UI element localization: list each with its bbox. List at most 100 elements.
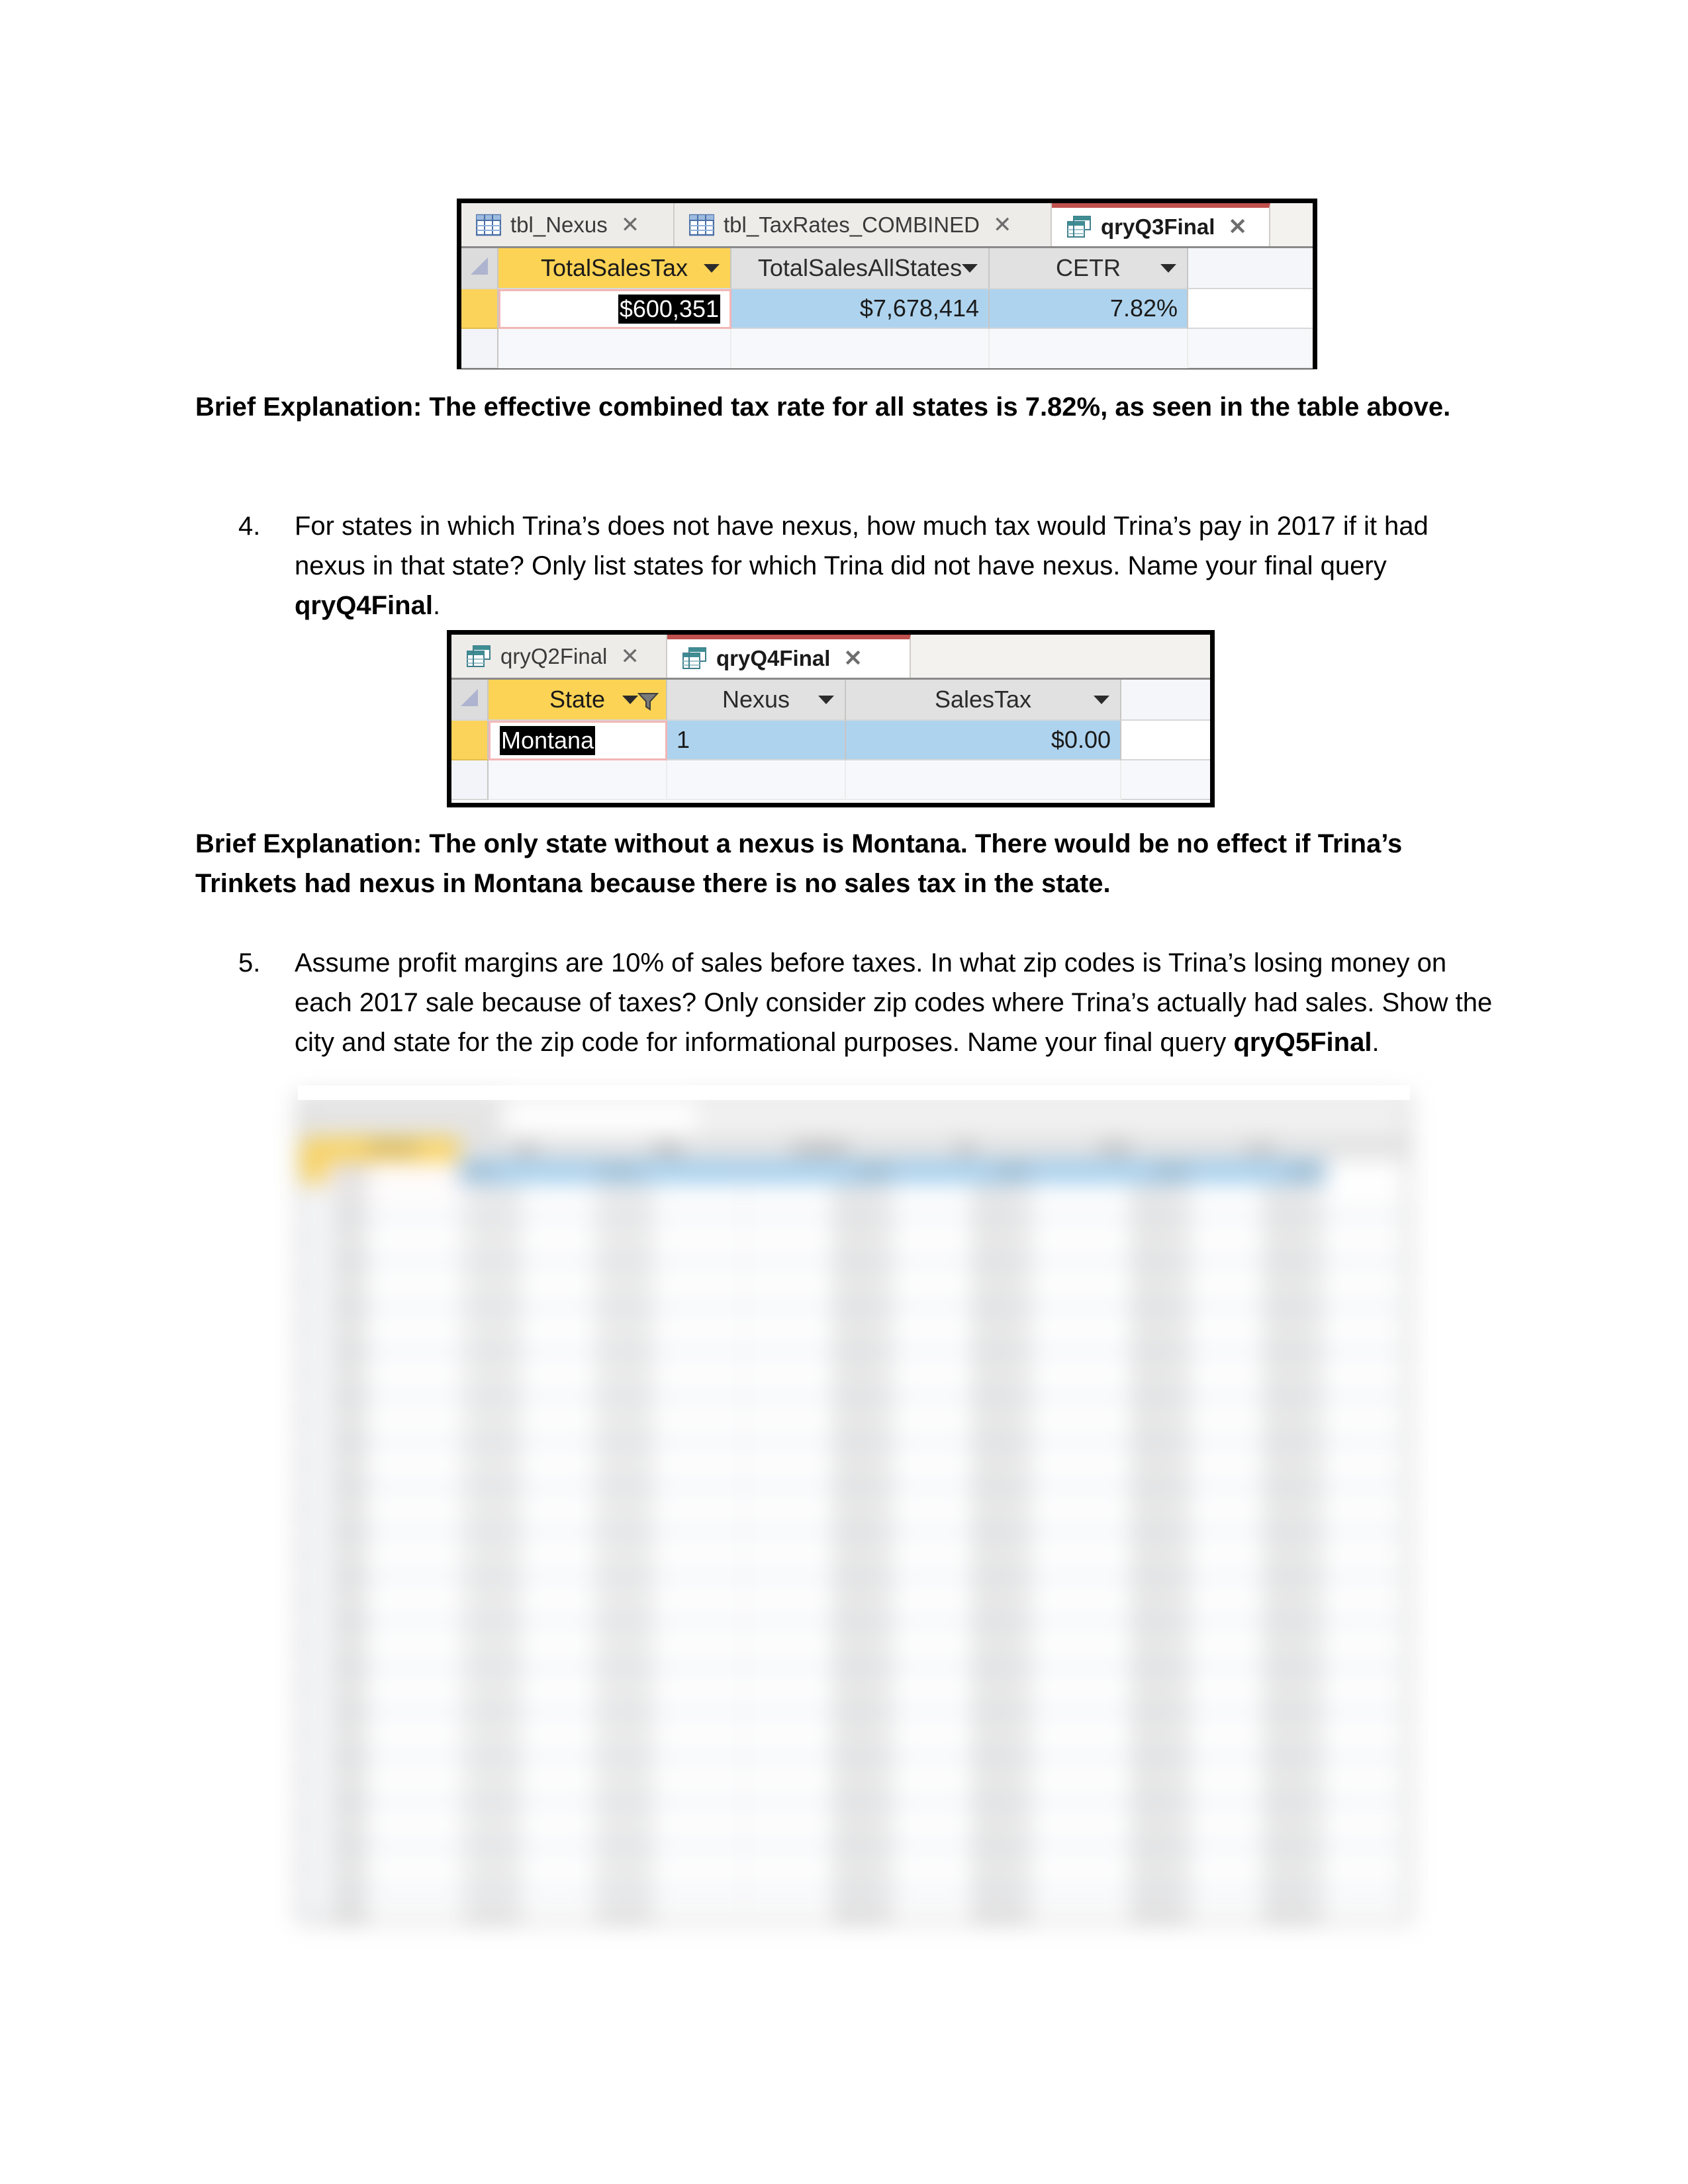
blurred-cell[interactable]: 00000 [327, 1746, 459, 1768]
blurred-cell[interactable]: $0,000.00 [1035, 1543, 1194, 1566]
blurred-table-row[interactable]: 00000 xxxxxxxxx xxxxxxxxx $0,000.00 $0,000.0… [301, 1701, 1407, 1723]
blurred-cell[interactable]: $0,000.00 [744, 1543, 896, 1566]
blurred-cell[interactable]: xxxxxxxxx [592, 1678, 744, 1701]
tab-qryq2final[interactable]: qryQ2Final ✕ [451, 635, 667, 678]
blurred-row-selector[interactable] [301, 1746, 327, 1768]
blurred-cell[interactable]: xxxxxxxxx [592, 1723, 744, 1746]
blurred-cell[interactable]: $0,000.00 [1194, 1453, 1327, 1476]
blurred-cell[interactable]: 00000 [327, 1296, 459, 1318]
blurred-cell[interactable]: 00000 [327, 1881, 459, 1903]
blurred-cell[interactable]: $0,000.00 [744, 1521, 896, 1543]
blurred-cell[interactable]: 00000 [327, 1363, 459, 1386]
blurred-col-header[interactable]: Loss [1194, 1138, 1327, 1161]
blurred-cell[interactable]: xxxxxxxxx [459, 1543, 592, 1566]
blurred-row-selector[interactable] [301, 1206, 327, 1228]
cell-totalsalestax[interactable]: $600,351 [498, 289, 731, 329]
blurred-select-corner[interactable] [301, 1138, 327, 1161]
blurred-cell[interactable]: 00000 [327, 1521, 459, 1543]
blurred-table-row[interactable]: 00000 xxxxxxxxx xxxxxxxxx $0,000.00 $0,000.0… [301, 1768, 1407, 1791]
blurred-row-selector[interactable] [301, 1318, 327, 1341]
blurred-cell[interactable]: $0,000.00 [744, 1431, 896, 1453]
blurred-cell[interactable]: $0,000.00 [1035, 1723, 1194, 1746]
blurred-row-selector[interactable] [301, 1813, 327, 1836]
blurred-cell[interactable]: xxxxxxxxx [592, 1543, 744, 1566]
blurred-cell[interactable]: $0,000.00 [896, 1183, 1035, 1206]
blurred-cell[interactable]: $0,000.00 [896, 1453, 1035, 1476]
blurred-cell[interactable]: xxxxxxxxx [459, 1408, 592, 1431]
blurred-cell[interactable]: $0,000.00 [896, 1228, 1035, 1251]
blurred-table-row[interactable]: 00000 xxxxxxxxx xxxxxxxxx $0,000.00 $0,000.0… [301, 1791, 1407, 1813]
blurred-cell[interactable]: $0,000.00 [896, 1881, 1035, 1903]
blurred-tab[interactable] [301, 1099, 501, 1137]
blurred-cell[interactable]: $0,000.00 [744, 1386, 896, 1408]
blurred-cell[interactable]: $0,000.00 [744, 1723, 896, 1746]
blurred-table-row[interactable]: 00000 xxxxxxxxx xxxxxxxxx $0,000.00 $0,000.0… [301, 1431, 1407, 1453]
blurred-cell[interactable]: 00000 [327, 1161, 459, 1183]
blurred-cell[interactable]: $0,000.00 [1194, 1791, 1327, 1813]
blurred-cell[interactable]: 00000 [327, 1813, 459, 1836]
tab-tbl-taxrates-combined[interactable]: tbl_TaxRates_COMBINED ✕ [675, 203, 1052, 246]
blurred-cell[interactable]: 00000 [327, 1611, 459, 1633]
blurred-cell[interactable]: $0,000.00 [1035, 1633, 1194, 1656]
blurred-cell[interactable]: xxxxxxxxx [459, 1746, 592, 1768]
blurred-row-selector[interactable] [301, 1363, 327, 1386]
blurred-cell[interactable]: xxxxxxxxx [592, 1881, 744, 1903]
blurred-table-row[interactable]: 00000 xxxxxxxxx xxxxxxxxx $0,000.00 $0,000.0… [301, 1318, 1407, 1341]
blurred-cell[interactable]: $0,000.00 [744, 1318, 896, 1341]
table-row[interactable]: Montana 1 $0.00 [451, 721, 1210, 760]
blurred-cell[interactable]: $0,000.00 [1035, 1296, 1194, 1318]
blurred-table-row[interactable]: 00000 xxxxxxxxx xxxxxxxxx $0,000.00 $0,000.0… [301, 1521, 1407, 1543]
blurred-row-selector[interactable] [301, 1723, 327, 1746]
blurred-cell[interactable]: 00000 [327, 1386, 459, 1408]
blurred-cell[interactable]: $0,000.00 [896, 1791, 1035, 1813]
blurred-cell[interactable]: $0,000.00 [896, 1431, 1035, 1453]
blurred-cell[interactable]: $0,000.00 [744, 1408, 896, 1431]
blurred-cell[interactable]: $0,000.00 [896, 1723, 1035, 1746]
column-header-cetr[interactable]: CETR [990, 248, 1188, 289]
blurred-cell[interactable]: xxxxxxxxx [592, 1656, 744, 1678]
blurred-cell[interactable]: $0,000.00 [1194, 1701, 1327, 1723]
blurred-cell[interactable]: $0,000.00 [744, 1633, 896, 1656]
blurred-table-row[interactable]: 00000 xxxxxxxxx xxxxxxxxx $0,000.00 $0,000.0… [301, 1296, 1407, 1318]
blurred-cell[interactable]: xxxxxxxxx [592, 1296, 744, 1318]
blurred-cell[interactable]: 00000 [327, 1768, 459, 1791]
blurred-col-header[interactable]: City [459, 1138, 592, 1161]
blurred-cell[interactable]: xxxxxxxxx [459, 1633, 592, 1656]
blurred-cell[interactable]: $0,000.00 [1035, 1498, 1194, 1521]
blurred-row-selector[interactable] [301, 1161, 327, 1183]
blurred-cell[interactable]: $0,000.00 [744, 1746, 896, 1768]
blurred-cell[interactable]: $0,000.00 [1194, 1813, 1327, 1836]
blurred-cell[interactable]: $0,000.00 [1194, 1633, 1327, 1656]
blurred-cell[interactable]: xxxxxxxxx [459, 1228, 592, 1251]
blurred-cell[interactable]: $0,000.00 [1035, 1791, 1194, 1813]
blurred-cell[interactable]: $0,000.00 [744, 1858, 896, 1881]
blurred-table-row[interactable]: 00000 xxxxxxxxx xxxxxxxxx $0,000.00 $0,000.0… [301, 1498, 1407, 1521]
blurred-row-selector[interactable] [301, 1476, 327, 1498]
blurred-cell[interactable]: xxxxxxxxx [459, 1273, 592, 1296]
blurred-cell[interactable]: $0,000.00 [1035, 1746, 1194, 1768]
close-icon[interactable]: ✕ [993, 214, 1012, 236]
blurred-cell[interactable]: $0,000.00 [896, 1273, 1035, 1296]
blurred-cell[interactable]: xxxxxxxxx [459, 1386, 592, 1408]
blurred-table-row[interactable]: 00000 xxxxxxxxx xxxxxxxxx $0,000.00 $0,000.0… [301, 1341, 1407, 1363]
blurred-table-row[interactable]: 00000 xxxxxxxxx xxxxxxxxx $0,000.00 $0,000.0… [301, 1678, 1407, 1701]
blurred-cell[interactable]: $0,000.00 [896, 1701, 1035, 1723]
blurred-cell[interactable]: $0,000.00 [1194, 1408, 1327, 1431]
blurred-cell[interactable]: 00000 [327, 1206, 459, 1228]
blurred-table-row[interactable]: 00000 xxxxxxxxx xxxxxxxxx $0,000.00 $0,000.0… [301, 1183, 1407, 1206]
cell-cetr[interactable]: 7.82% [990, 289, 1188, 329]
blurred-cell[interactable]: $0,000.00 [1194, 1588, 1327, 1611]
blurred-cell[interactable]: $0,000.00 [1194, 1723, 1327, 1746]
blurred-cell[interactable]: $0,000.00 [1035, 1273, 1194, 1296]
blurred-cell[interactable]: xxxxxxxxx [459, 1836, 592, 1858]
blurred-cell[interactable]: 00000 [327, 1836, 459, 1858]
blurred-cell[interactable]: $0,000.00 [744, 1228, 896, 1251]
blurred-cell[interactable]: xxxxxxxxx [592, 1183, 744, 1206]
cell-salestax[interactable]: $0.00 [846, 721, 1121, 760]
blurred-cell[interactable]: xxxxxxxxx [459, 1251, 592, 1273]
blurred-cell[interactable]: $0,000.00 [896, 1341, 1035, 1363]
blurred-row-selector[interactable] [301, 1273, 327, 1296]
blurred-cell[interactable]: $0,000.00 [1194, 1476, 1327, 1498]
blurred-cell[interactable]: xxxxxxxxx [592, 1836, 744, 1858]
blurred-cell[interactable]: $0,000.00 [744, 1206, 896, 1228]
